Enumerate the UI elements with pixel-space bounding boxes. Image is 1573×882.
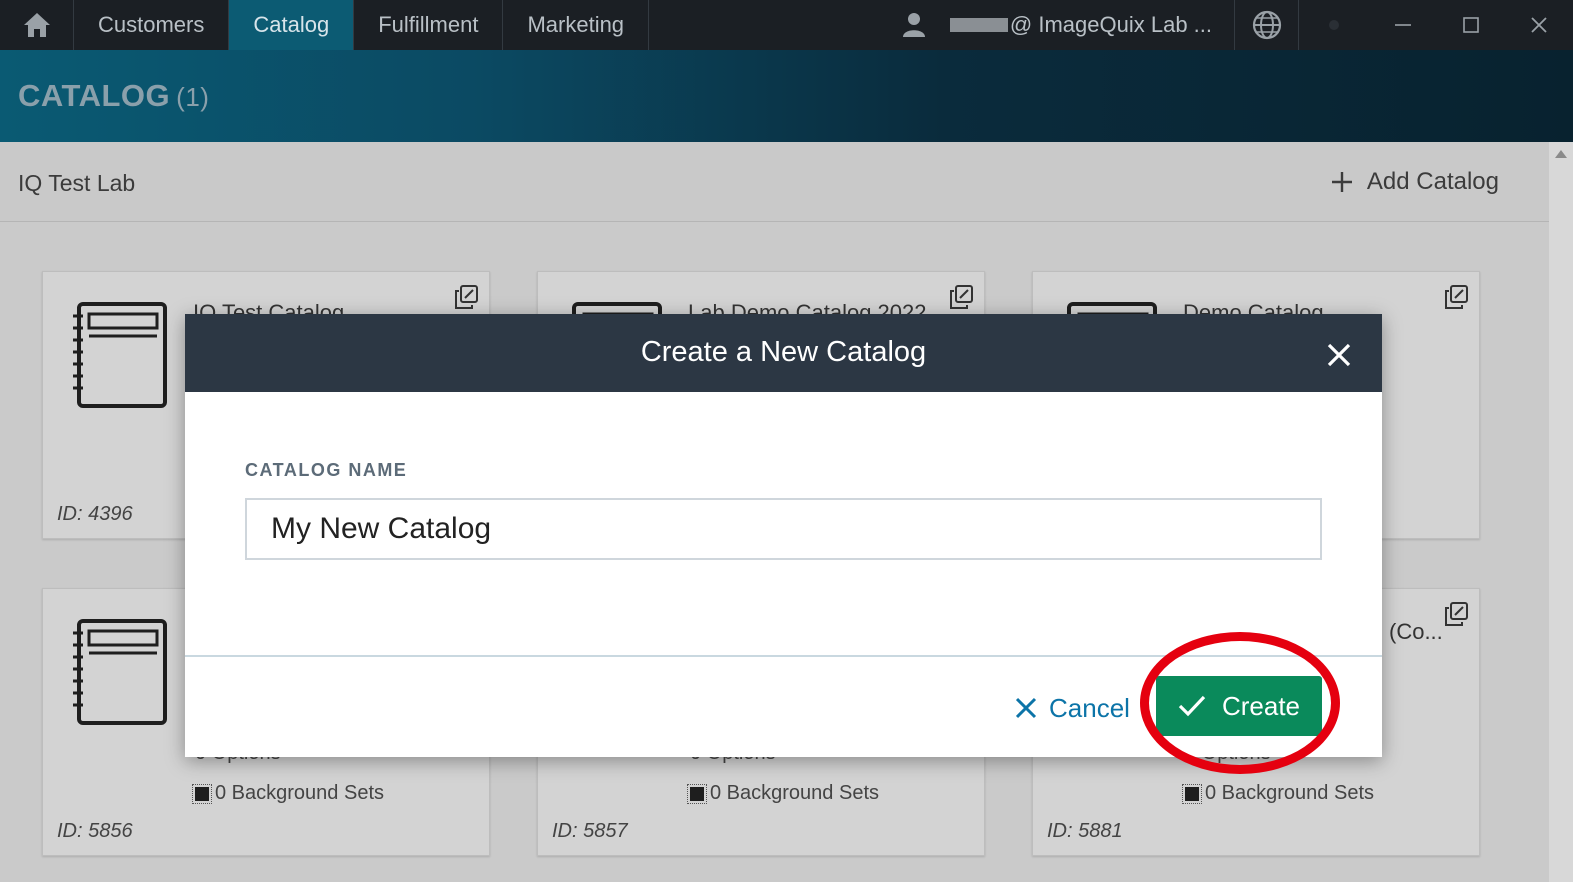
tab-catalog[interactable]: Catalog <box>229 0 355 50</box>
home-icon <box>23 13 50 37</box>
vertical-scrollbar[interactable] <box>1549 142 1573 882</box>
tab-marketing[interactable]: Marketing <box>503 0 650 50</box>
close-window-button[interactable] <box>1505 0 1573 50</box>
globe-icon <box>1252 10 1281 40</box>
card-bg-sets-label: 0 Background Sets <box>1205 782 1374 804</box>
card-bg-sets: 0 Background Sets <box>687 782 879 805</box>
card-id: ID: 5881 <box>1047 820 1123 842</box>
card-title: (Co... <box>1389 619 1443 644</box>
create-label: Create <box>1221 690 1301 721</box>
cancel-x-icon <box>1015 697 1037 719</box>
account-menu[interactable]: @ ImageQuix Lab ... <box>944 0 1235 50</box>
page-title-text: CATALOG <box>18 78 171 113</box>
tab-fulfillment[interactable]: Fulfillment <box>354 0 504 50</box>
language-button[interactable] <box>1235 0 1299 50</box>
catalog-book-icon <box>73 619 167 725</box>
copy-icon[interactable] <box>948 284 974 310</box>
close-dialog-icon[interactable] <box>1326 342 1352 368</box>
background-set-icon <box>687 783 707 804</box>
card-bg-sets-label: 0 Background Sets <box>215 782 384 804</box>
tab-customers[interactable]: Customers <box>74 0 230 50</box>
checkmark-icon <box>1178 695 1206 717</box>
card-bg-sets: 0 Background Sets <box>192 782 384 805</box>
background-set-icon <box>1182 783 1202 804</box>
create-button[interactable]: Create <box>1156 676 1322 736</box>
add-catalog-button[interactable]: Add Catalog <box>1331 168 1499 196</box>
copy-icon[interactable] <box>1443 284 1469 310</box>
maximize-button[interactable] <box>1437 0 1505 50</box>
copy-icon[interactable] <box>453 284 479 310</box>
close-icon <box>1531 17 1547 33</box>
lab-subbar: IQ Test Lab Add Catalog <box>0 142 1549 222</box>
background-set-icon <box>192 783 212 804</box>
user-button[interactable] <box>884 0 944 50</box>
cancel-label: Cancel <box>1049 692 1130 723</box>
top-navigation-bar: Customers Catalog Fulfillment Marketing … <box>0 0 1573 50</box>
maximize-icon <box>1463 17 1479 33</box>
scroll-up-icon[interactable] <box>1555 150 1567 158</box>
card-id: ID: 4396 <box>57 503 133 525</box>
minimize-icon <box>1395 24 1411 26</box>
lab-name: IQ Test Lab <box>18 170 136 196</box>
card-bg-sets: 0 Background Sets <box>1182 782 1374 805</box>
create-catalog-dialog: Create a New Catalog CATALOG NAME Cancel… <box>185 314 1382 757</box>
status-indicator <box>1299 0 1369 50</box>
cancel-button[interactable]: Cancel <box>1015 686 1130 730</box>
catalog-name-label: CATALOG NAME <box>245 460 408 480</box>
dialog-divider <box>185 655 1382 657</box>
add-catalog-label: Add Catalog <box>1366 168 1499 195</box>
account-label-text: @ ImageQuix Lab ... <box>1009 12 1212 37</box>
copy-icon[interactable] <box>1443 601 1469 627</box>
dialog-title: Create a New Catalog <box>640 336 927 368</box>
minimize-button[interactable] <box>1369 0 1437 50</box>
home-button[interactable] <box>0 0 74 50</box>
page-title: CATALOG (1) <box>18 78 209 114</box>
card-bg-sets-label: 0 Background Sets <box>710 782 879 804</box>
plus-icon <box>1331 172 1352 192</box>
topbar-right-group: @ ImageQuix Lab ... <box>884 0 1573 50</box>
card-id: ID: 5856 <box>57 820 133 842</box>
card-id: ID: 5857 <box>552 820 628 842</box>
catalog-count: (1) <box>176 82 210 112</box>
status-dot-icon <box>1329 20 1339 30</box>
redacted-username <box>949 18 1008 32</box>
catalog-name-input[interactable] <box>245 498 1322 560</box>
catalog-book-icon <box>73 302 167 408</box>
page-header: CATALOG (1) <box>0 50 1573 142</box>
user-icon <box>902 13 925 37</box>
dialog-header: Create a New Catalog <box>185 314 1382 392</box>
